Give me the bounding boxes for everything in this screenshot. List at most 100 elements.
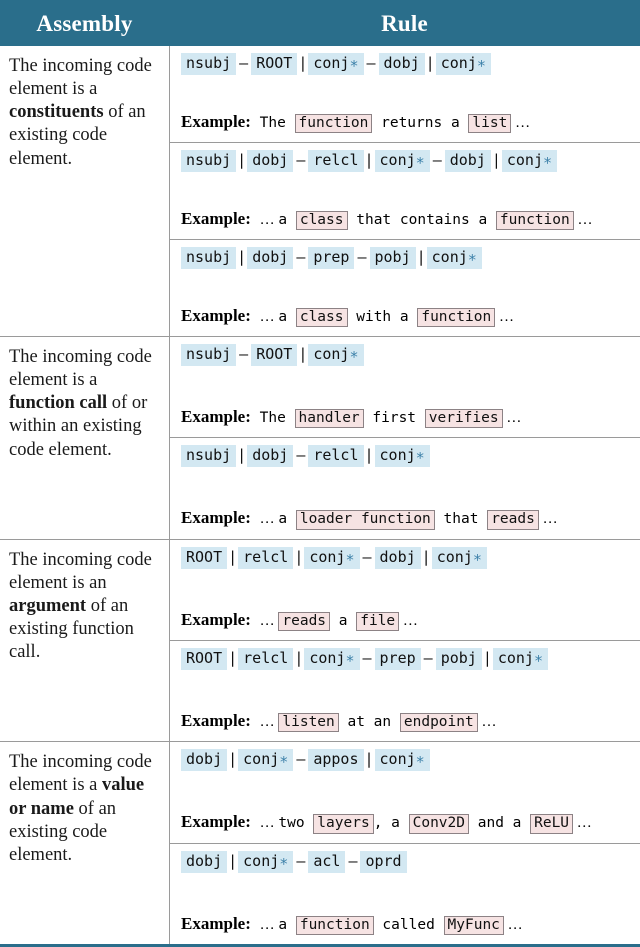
example-ellipsis: … — [259, 308, 279, 325]
code-element-chip: listen — [278, 712, 339, 733]
rule-cell: nsubj – ROOT | conj∗ Example: The handler fir… — [169, 337, 640, 539]
pattern-token: conj∗ — [492, 648, 548, 671]
pattern-alternation-separator: | — [237, 248, 247, 267]
dependency-pattern: dobj | conj∗ – appos | conj∗ — [181, 749, 634, 772]
pattern-token-label: ROOT — [256, 54, 293, 72]
pattern-token: dobj — [247, 445, 294, 468]
rule-variant: nsubj | dobj – prep – pobj | conj∗ Example: … a c… — [170, 239, 640, 336]
example-ellipsis: … — [477, 713, 497, 730]
code-element-chip: layers — [313, 814, 374, 834]
column-header-assembly: Assembly — [36, 10, 133, 36]
example-spacer — [251, 714, 260, 730]
pattern-token-label: ROOT — [186, 649, 223, 668]
pattern-token-label: conj — [497, 649, 534, 668]
pattern-token: dobj — [247, 247, 294, 270]
pattern-alternation-separator: | — [416, 248, 426, 267]
kleene-star-icon: ∗ — [472, 547, 482, 566]
example-spacer — [251, 815, 260, 831]
example-label: Example: — [181, 913, 251, 933]
pattern-dash-separator: – — [348, 851, 358, 870]
example-ellipsis: … — [511, 114, 531, 131]
example-sentence: Example: … a class with a function … — [181, 307, 634, 330]
code-element-chip: Conv2D — [408, 814, 469, 834]
rule-variant: nsubj | dobj – relcl | conj∗ – dobj | conj∗ Example… — [170, 142, 640, 239]
pattern-dash-separator: – — [239, 345, 249, 364]
pattern-token: conj∗ — [374, 445, 430, 468]
code-element-chip: file — [356, 611, 400, 632]
pattern-alternation-separator: | — [228, 547, 238, 566]
assembly-relation-keyword: constituents — [9, 102, 104, 123]
pattern-alternation-separator: | — [364, 750, 374, 769]
pattern-dash-separator: – — [296, 446, 306, 465]
rule-variant: dobj | conj∗ – acl – oprd Example: … a function… — [170, 842, 640, 944]
pattern-token-label: dobj — [252, 446, 289, 465]
pattern-token: conj∗ — [304, 546, 360, 569]
pattern-token: dobj — [444, 150, 491, 173]
pattern-token: nsubj — [181, 53, 237, 75]
example-text: called — [373, 916, 444, 933]
pattern-token: nsubj — [181, 344, 237, 367]
pattern-token: conj∗ — [374, 150, 430, 173]
pattern-token: prep — [374, 648, 421, 671]
column-header-rule: Rule — [381, 10, 428, 36]
code-element-chip: function — [294, 113, 373, 134]
pattern-alternation-separator: | — [482, 649, 492, 668]
example-sentence: Example: … a function called MyFunc … — [181, 915, 634, 938]
kleene-star-icon: ∗ — [467, 248, 477, 267]
pattern-token: relcl — [308, 445, 364, 468]
pattern-token-label: dobj — [252, 151, 289, 170]
pattern-token-label: nsubj — [186, 345, 232, 364]
kleene-star-icon: ∗ — [415, 151, 425, 170]
pattern-alternation-separator: | — [228, 750, 238, 769]
pattern-token: ROOT — [251, 344, 298, 367]
pattern-alternation-separator: | — [491, 151, 501, 170]
kleene-star-icon: ∗ — [533, 649, 543, 668]
pattern-token-label: dobj — [449, 151, 486, 170]
example-ellipsis: … — [538, 511, 558, 528]
pattern-token: ROOT — [181, 546, 228, 569]
pattern-token-label: nsubj — [186, 248, 232, 267]
pattern-token-label: acl — [313, 851, 341, 870]
code-element-chip: list — [468, 113, 512, 134]
example-ellipsis: … — [503, 916, 523, 933]
pattern-token-label: prep — [313, 248, 350, 267]
pattern-token: relcl — [238, 546, 294, 569]
example-ellipsis: … — [573, 815, 592, 832]
pattern-token: nsubj — [181, 445, 237, 468]
pattern-alternation-separator: | — [294, 547, 304, 566]
assembly-description-cell: The incoming code element is an argument… — [0, 540, 169, 742]
code-element-chip: function — [295, 915, 374, 936]
rule-variant: ROOT | relcl | conj∗ – prep – pobj | conj∗ Example:… — [170, 640, 640, 741]
pattern-token-label: relcl — [243, 547, 289, 566]
example-sentence: Example: … reads a file … — [181, 611, 634, 634]
pattern-token: dobj — [247, 150, 294, 173]
rule-cell: dobj | conj∗ – appos | conj∗ Example: … two lay… — [169, 742, 640, 945]
pattern-token-label: dobj — [383, 54, 420, 72]
example-sentence: Example: … two layers, a Conv2D and a Re… — [181, 813, 634, 836]
pattern-token-label: conj — [440, 54, 477, 72]
code-element-chip: reads — [487, 510, 539, 530]
example-sentence: Example: … a class that contains a funct… — [181, 210, 634, 233]
example-sentence: Example: … a loader function that reads … — [181, 509, 634, 532]
table-row: The incoming code element is a value or … — [0, 741, 640, 945]
example-spacer — [251, 613, 260, 629]
pattern-token-label: conj — [243, 750, 280, 769]
pattern-token: conj∗ — [374, 749, 430, 772]
pattern-dash-separator: – — [423, 649, 433, 668]
pattern-alternation-separator: | — [421, 547, 431, 566]
rule-variant: nsubj – ROOT | conj∗ – dobj | conj∗ Example: The … — [170, 46, 640, 142]
rule-variant: nsubj – ROOT | conj∗ Example: The handler fir… — [170, 337, 640, 437]
pattern-alternation-separator: | — [237, 151, 247, 170]
example-sentence: Example: The function returns a list … — [181, 113, 634, 136]
pattern-dash-separator: – — [362, 649, 372, 668]
example-ellipsis: … — [495, 308, 514, 325]
pattern-token: nsubj — [181, 247, 237, 270]
pattern-token-label: oprd — [365, 851, 402, 870]
example-text: a — [278, 916, 296, 933]
pattern-dash-separator: – — [296, 248, 306, 267]
pattern-dash-separator: – — [357, 248, 367, 267]
example-label: Example: — [181, 406, 251, 426]
example-text: two — [278, 815, 314, 832]
pattern-token-label: ROOT — [186, 547, 223, 566]
pattern-alternation-separator: | — [364, 151, 374, 170]
